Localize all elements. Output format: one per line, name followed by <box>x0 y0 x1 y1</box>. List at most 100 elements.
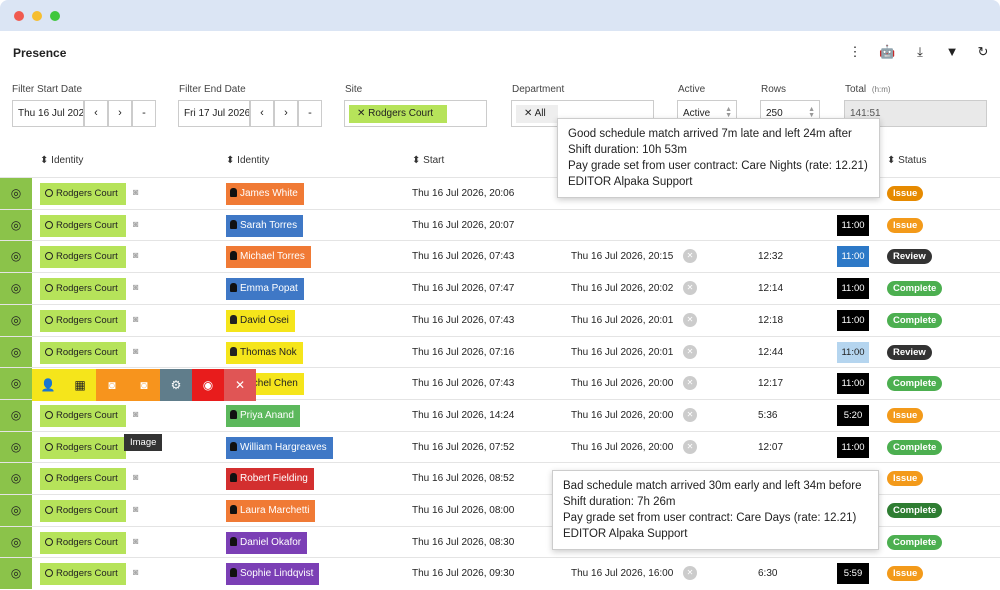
site-badge[interactable]: Rodgers Court <box>40 183 126 205</box>
end-prev-button[interactable]: ‹ <box>250 100 274 127</box>
camera-icon[interactable]: ◙ <box>133 409 138 419</box>
status-badge[interactable]: Issue <box>887 217 924 233</box>
person-badge[interactable]: Thomas Nok <box>226 341 303 364</box>
site-badge[interactable]: Rodgers Court <box>40 436 126 459</box>
presence-target-icon[interactable]: ◎ <box>0 241 32 273</box>
presence-target-icon[interactable]: ◎ <box>0 431 32 463</box>
person-badge[interactable]: Emma Popat <box>226 278 304 301</box>
minimize-window-dot[interactable] <box>32 11 42 21</box>
remove-chip-icon[interactable]: ✕ <box>357 108 368 119</box>
status-badge[interactable]: Complete <box>887 376 943 392</box>
filter-end-input[interactable]: Fri 17 Jul 2026 <box>178 100 250 127</box>
status-badge[interactable]: Issue <box>887 186 924 201</box>
site-badge[interactable]: Rodgers Court <box>40 214 126 237</box>
site-badge[interactable]: Rodgers Court <box>40 500 126 522</box>
camera-icon[interactable]: ◙ <box>133 250 138 260</box>
camera-icon[interactable]: ◙ <box>133 536 138 546</box>
status-badge[interactable]: Complete <box>887 439 943 455</box>
schedule-badge[interactable]: 11:00 <box>837 373 869 395</box>
site-badge[interactable]: Rodgers Court <box>40 468 126 491</box>
assign-user-button[interactable]: 👤 <box>32 369 64 401</box>
person-badge[interactable]: William Hargreaves <box>226 436 333 459</box>
person-badge[interactable]: Sophie Lindqvist <box>226 563 320 586</box>
schedule-badge[interactable]: 11:00 <box>837 214 869 236</box>
presence-target-icon[interactable]: ◎ <box>0 495 32 526</box>
camera-button[interactable]: ◙ <box>96 369 128 401</box>
site-badge[interactable]: Rodgers Court <box>40 246 126 269</box>
clear-end-icon[interactable]: ✕ <box>683 439 697 454</box>
site-chip[interactable]: ✕ Rodgers Court <box>349 105 447 123</box>
table-row[interactable]: ◎ Rodgers Court ◙ Emma Popat Thu 16 Jul 2026… <box>0 272 1000 305</box>
site-badge[interactable]: Rodgers Court <box>40 531 126 554</box>
department-chip[interactable]: ✕ All <box>516 105 558 123</box>
filter-start-input[interactable]: Thu 16 Jul 2026 <box>12 100 84 127</box>
presence-target-icon[interactable]: ◎ <box>0 178 32 209</box>
clear-end-icon[interactable]: ✕ <box>683 312 697 327</box>
sort-status-header[interactable]: ⬍ Status <box>887 155 927 166</box>
sort-person-header[interactable]: ⬍ Identity <box>226 155 269 166</box>
presence-target-icon[interactable]: ◎ <box>0 336 32 368</box>
table-row[interactable]: ◎ Rodgers Court ◙ Michael Torres Thu 16 Jul … <box>0 240 1000 273</box>
site-badge[interactable]: Rodgers Court <box>40 341 126 364</box>
camera-icon[interactable]: ◙ <box>133 472 138 482</box>
start-prev-button[interactable]: ‹ <box>84 100 108 127</box>
site-badge[interactable]: Rodgers Court <box>40 309 126 332</box>
schedule-badge[interactable]: 11:00 <box>837 309 869 331</box>
person-badge[interactable]: David Osei <box>226 309 295 332</box>
status-badge[interactable]: Issue <box>887 407 924 423</box>
person-badge[interactable]: Robert Fielding <box>226 468 314 491</box>
table-row[interactable]: ◎ Rodgers Court ◙ Priya Anand Thu 16 Jul 202… <box>0 398 1000 431</box>
camera-icon[interactable]: ◙ <box>133 346 138 356</box>
remove-chip-icon[interactable]: ✕ <box>524 108 535 119</box>
image-button[interactable]: ◙ <box>128 369 160 401</box>
clear-end-icon[interactable]: ✕ <box>683 281 697 296</box>
end-next-button[interactable]: › <box>274 100 298 127</box>
clear-end-icon[interactable]: ✕ <box>683 566 697 581</box>
person-badge[interactable]: Sarah Torres <box>226 214 304 237</box>
sort-start-header[interactable]: ⬍ Start <box>412 155 444 166</box>
status-badge[interactable]: Complete <box>887 534 943 550</box>
presence-target-icon[interactable]: ◎ <box>0 558 32 590</box>
presence-target-icon[interactable]: ◎ <box>0 273 32 305</box>
start-next-button[interactable]: › <box>108 100 132 127</box>
close-button[interactable]: ✕ <box>224 369 256 401</box>
calendar-button[interactable]: ▦ <box>64 369 96 401</box>
table-row[interactable]: ◎ Rodgers Court ◙ Sophie Lindqvist Thu 16 Ju… <box>0 557 1000 590</box>
presence-target-icon[interactable]: ◎ <box>0 526 32 558</box>
status-badge[interactable]: Complete <box>887 312 943 328</box>
status-badge[interactable]: Issue <box>887 566 924 582</box>
status-badge[interactable]: Issue <box>887 471 924 487</box>
clear-end-icon[interactable]: ✕ <box>683 249 697 264</box>
status-badge[interactable]: Complete <box>887 503 943 518</box>
start-clear-button[interactable]: - <box>132 100 156 127</box>
camera-icon[interactable]: ◙ <box>133 187 138 197</box>
clear-end-icon[interactable]: ✕ <box>683 376 697 391</box>
schedule-badge[interactable]: 11:00 <box>837 278 869 300</box>
person-badge[interactable]: Michael Torres <box>226 246 311 269</box>
download-icon[interactable]: ⤓ <box>912 44 928 60</box>
clear-end-icon[interactable]: ✕ <box>683 407 697 422</box>
presence-target-icon[interactable]: ◎ <box>0 209 32 241</box>
robot-icon[interactable]: 🤖 <box>879 44 895 60</box>
view-button[interactable]: ◉ <box>192 369 224 401</box>
site-badge[interactable]: Rodgers Court <box>40 278 126 301</box>
person-badge[interactable]: Priya Anand <box>226 404 300 427</box>
table-row[interactable]: ◎ Rodgers Court ◙ Sarah Torres Thu 16 Jul 20… <box>0 208 1000 241</box>
schedule-badge[interactable]: 5:20 <box>837 404 869 426</box>
more-vertical-icon[interactable]: ⋮ <box>847 44 863 60</box>
close-window-dot[interactable] <box>14 11 24 21</box>
end-clear-button[interactable]: - <box>298 100 322 127</box>
camera-icon[interactable]: ◙ <box>133 567 138 577</box>
refresh-icon[interactable]: ↻ <box>975 44 991 60</box>
person-badge[interactable]: James White <box>226 183 304 205</box>
site-select[interactable]: ✕ Rodgers Court <box>344 100 487 127</box>
sort-site-header[interactable]: ⬍ Identity <box>40 155 83 166</box>
robot-button[interactable]: ⚙ <box>160 369 192 401</box>
filter-icon[interactable]: ▼ <box>944 44 960 60</box>
presence-target-icon[interactable]: ◎ <box>0 304 32 336</box>
schedule-badge[interactable]: 5:59 <box>837 563 869 585</box>
camera-icon[interactable]: ◙ <box>133 504 138 514</box>
camera-icon[interactable]: ◙ <box>133 314 138 324</box>
status-badge[interactable]: Review <box>887 344 932 360</box>
table-row[interactable]: ◎ Rodgers Court ◙ Thomas Nok Thu 16 Jul 2026… <box>0 335 1000 368</box>
